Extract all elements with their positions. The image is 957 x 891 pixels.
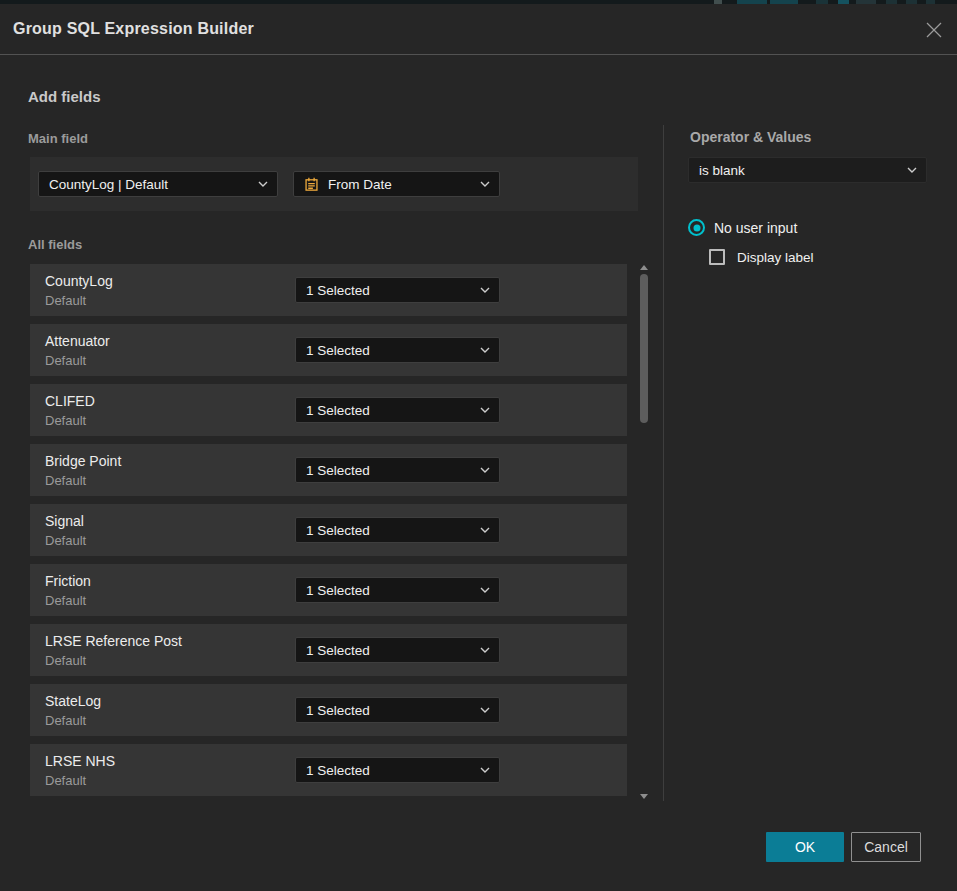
scrollbar-thumb[interactable] xyxy=(640,274,648,423)
no-user-input-label: No user input xyxy=(714,220,797,236)
field-subtitle: Default xyxy=(45,773,86,788)
ok-button[interactable]: OK xyxy=(766,832,844,862)
field-row: Bridge Point Default 1 Selected xyxy=(30,444,627,496)
scrollbar-down-arrow[interactable] xyxy=(640,794,648,799)
field-subtitle: Default xyxy=(45,713,86,728)
no-user-input-radio[interactable] xyxy=(688,219,705,236)
field-name: CLIFED xyxy=(45,393,95,409)
cancel-button[interactable]: Cancel xyxy=(851,832,921,862)
dialog-header: Group SQL Expression Builder xyxy=(0,4,957,55)
field-name: Attenuator xyxy=(45,333,110,349)
field-row: Friction Default 1 Selected xyxy=(30,564,627,616)
dialog-title: Group SQL Expression Builder xyxy=(13,20,254,38)
no-user-input-option: No user input xyxy=(688,219,797,236)
field-name: Signal xyxy=(45,513,84,529)
field-selection-value: 1 Selected xyxy=(306,463,370,478)
field-selection-dropdown[interactable]: 1 Selected xyxy=(295,277,500,303)
field-row: Attenuator Default 1 Selected xyxy=(30,324,627,376)
field-row: LRSE NHS Default 1 Selected xyxy=(30,744,627,796)
main-field-date-value: From Date xyxy=(328,177,392,192)
field-selection-dropdown[interactable]: 1 Selected xyxy=(295,337,500,363)
field-selection-value: 1 Selected xyxy=(306,283,370,298)
all-fields-label: All fields xyxy=(28,237,82,252)
operator-values-heading: Operator & Values xyxy=(690,129,811,145)
field-selection-dropdown[interactable]: 1 Selected xyxy=(295,637,500,663)
field-subtitle: Default xyxy=(45,593,86,608)
field-selection-dropdown[interactable]: 1 Selected xyxy=(295,697,500,723)
main-field-panel: CountyLog | Default From Date xyxy=(30,157,638,211)
field-selection-dropdown[interactable]: 1 Selected xyxy=(295,577,500,603)
field-subtitle: Default xyxy=(45,533,86,548)
field-selection-value: 1 Selected xyxy=(306,343,370,358)
group-sql-expression-builder-dialog: Group SQL Expression Builder Add fields … xyxy=(0,4,957,891)
field-row: CountyLog Default 1 Selected xyxy=(30,264,627,316)
field-row: CLIFED Default 1 Selected xyxy=(30,384,627,436)
display-label-text: Display label xyxy=(737,250,814,265)
radio-selected-dot xyxy=(693,224,700,231)
field-selection-value: 1 Selected xyxy=(306,583,370,598)
scrollbar-up-arrow[interactable] xyxy=(640,265,648,270)
all-fields-list: CountyLog Default 1 Selected Attenuator … xyxy=(30,264,627,804)
main-field-source-dropdown[interactable]: CountyLog | Default xyxy=(38,171,278,197)
add-fields-heading: Add fields xyxy=(28,88,101,105)
field-selection-value: 1 Selected xyxy=(306,703,370,718)
field-name: Bridge Point xyxy=(45,453,121,469)
field-name: Friction xyxy=(45,573,91,589)
field-selection-dropdown[interactable]: 1 Selected xyxy=(295,517,500,543)
field-subtitle: Default xyxy=(45,473,86,488)
field-subtitle: Default xyxy=(45,413,86,428)
panel-divider xyxy=(663,125,664,801)
field-subtitle: Default xyxy=(45,653,86,668)
field-name: StateLog xyxy=(45,693,101,709)
field-selection-dropdown[interactable]: 1 Selected xyxy=(295,757,500,783)
close-icon[interactable] xyxy=(925,21,943,39)
display-label-checkbox[interactable] xyxy=(709,249,725,265)
field-name: LRSE NHS xyxy=(45,753,115,769)
calendar-icon xyxy=(304,177,319,192)
field-row: LRSE Reference Post Default 1 Selected xyxy=(30,624,627,676)
main-field-label: Main field xyxy=(28,131,88,146)
field-selection-value: 1 Selected xyxy=(306,403,370,418)
field-subtitle: Default xyxy=(45,293,86,308)
field-row: Signal Default 1 Selected xyxy=(30,504,627,556)
main-field-source-value: CountyLog | Default xyxy=(49,177,168,192)
field-name: CountyLog xyxy=(45,273,113,289)
field-row: StateLog Default 1 Selected xyxy=(30,684,627,736)
field-subtitle: Default xyxy=(45,353,86,368)
field-selection-dropdown[interactable]: 1 Selected xyxy=(295,397,500,423)
operator-dropdown[interactable]: is blank xyxy=(688,157,927,183)
field-selection-value: 1 Selected xyxy=(306,763,370,778)
display-label-option: Display label xyxy=(709,249,814,265)
field-selection-value: 1 Selected xyxy=(306,523,370,538)
field-selection-dropdown[interactable]: 1 Selected xyxy=(295,457,500,483)
operator-value: is blank xyxy=(699,163,745,178)
field-selection-value: 1 Selected xyxy=(306,643,370,658)
field-name: LRSE Reference Post xyxy=(45,633,182,649)
main-field-date-dropdown[interactable]: From Date xyxy=(293,171,500,197)
